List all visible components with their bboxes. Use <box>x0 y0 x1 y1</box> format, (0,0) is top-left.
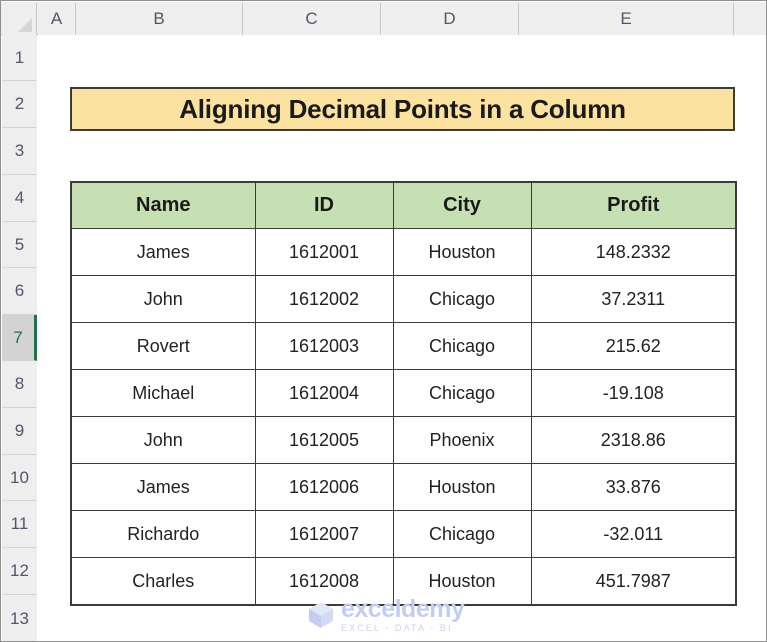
cell-id[interactable]: 1612007 <box>254 510 394 558</box>
cell-id[interactable]: 1612004 <box>254 369 394 417</box>
cell-id[interactable]: 1612006 <box>254 463 394 511</box>
cell-name[interactable]: Michael <box>70 369 256 417</box>
spreadsheet-window: A B C D E 1 2 3 4 5 6 7 8 9 10 11 12 13 … <box>0 0 767 642</box>
select-all-button[interactable] <box>2 3 37 35</box>
data-table[interactable]: Name ID City Profit James 1612001 Housto… <box>70 181 737 606</box>
cell-profit[interactable]: 37.2311 <box>530 275 737 323</box>
cell-name[interactable]: James <box>70 463 256 511</box>
table-row[interactable]: John 1612005 Phoenix 2318.86 <box>70 416 737 464</box>
cell-profit[interactable]: 2318.86 <box>530 416 737 464</box>
table-row[interactable]: Rovert 1612003 Chicago 215.62 <box>70 322 737 370</box>
cell-profit[interactable]: 451.7987 <box>530 557 737 606</box>
page-title: Aligning Decimal Points in a Column <box>179 93 626 124</box>
row-header-6[interactable]: 6 <box>2 268 37 315</box>
cell-profit[interactable]: 215.62 <box>530 322 737 370</box>
cell-id[interactable]: 1612008 <box>254 557 394 606</box>
cell-id[interactable]: 1612003 <box>254 322 394 370</box>
table-row[interactable]: James 1612001 Houston 148.2332 <box>70 228 737 276</box>
column-header-strip: A B C D E <box>1 2 766 35</box>
column-header-profit[interactable]: Profit <box>530 181 737 229</box>
select-all-triangle-icon <box>18 18 32 32</box>
cell-city[interactable]: Chicago <box>392 510 532 558</box>
cell-profit[interactable]: -32.011 <box>530 510 737 558</box>
cell-city[interactable]: Chicago <box>392 369 532 417</box>
cell-profit[interactable]: 33.876 <box>530 463 737 511</box>
cell-name[interactable]: James <box>70 228 256 276</box>
column-header-c[interactable]: C <box>243 3 381 35</box>
cell-name[interactable]: John <box>70 416 256 464</box>
table-row[interactable]: Charles 1612008 Houston 451.7987 <box>70 557 737 606</box>
cell-city[interactable]: Chicago <box>392 322 532 370</box>
column-header-overflow <box>734 3 766 35</box>
table-row[interactable]: Richardo 1612007 Chicago -32.011 <box>70 510 737 558</box>
table-row[interactable]: John 1612002 Chicago 37.2311 <box>70 275 737 323</box>
row-header-4[interactable]: 4 <box>2 175 37 222</box>
row-header-13[interactable]: 13 <box>2 595 37 641</box>
cell-name[interactable]: Rovert <box>70 322 256 370</box>
row-header-3[interactable]: 3 <box>2 128 37 175</box>
worksheet-grid[interactable]: Aligning Decimal Points in a Column Name… <box>38 35 766 641</box>
cell-profit[interactable]: -19.108 <box>530 369 737 417</box>
title-banner-cell[interactable]: Aligning Decimal Points in a Column <box>70 87 735 131</box>
table-header-row: Name ID City Profit <box>70 181 737 229</box>
table-row[interactable]: James 1612006 Houston 33.876 <box>70 463 737 511</box>
row-header-12[interactable]: 12 <box>2 548 37 595</box>
column-header-b[interactable]: B <box>76 3 243 35</box>
cell-city[interactable]: Houston <box>392 463 532 511</box>
cell-city[interactable]: Chicago <box>392 275 532 323</box>
row-header-11[interactable]: 11 <box>2 501 37 548</box>
column-header-id[interactable]: ID <box>254 181 394 229</box>
watermark-tagline: EXCEL - DATA - BI <box>341 623 453 633</box>
column-header-name[interactable]: Name <box>70 181 256 229</box>
cell-city[interactable]: Phoenix <box>392 416 532 464</box>
cell-profit[interactable]: 148.2332 <box>530 228 737 276</box>
cell-name[interactable]: Richardo <box>70 510 256 558</box>
table-row[interactable]: Michael 1612004 Chicago -19.108 <box>70 369 737 417</box>
row-header-7[interactable]: 7 <box>2 315 37 361</box>
row-header-9[interactable]: 9 <box>2 408 37 455</box>
row-header-5[interactable]: 5 <box>2 222 37 268</box>
row-header-strip: 1 2 3 4 5 6 7 8 9 10 11 12 13 <box>2 35 37 641</box>
column-header-a[interactable]: A <box>38 3 76 35</box>
row-header-8[interactable]: 8 <box>2 361 37 408</box>
cell-name[interactable]: John <box>70 275 256 323</box>
row-header-1[interactable]: 1 <box>2 35 37 81</box>
row-header-10[interactable]: 10 <box>2 455 37 501</box>
column-header-d[interactable]: D <box>381 3 519 35</box>
cell-name[interactable]: Charles <box>70 557 256 606</box>
row-header-2[interactable]: 2 <box>2 81 37 128</box>
column-header-city[interactable]: City <box>392 181 532 229</box>
cell-id[interactable]: 1612005 <box>254 416 394 464</box>
cell-city[interactable]: Houston <box>392 228 532 276</box>
cell-id[interactable]: 1612002 <box>254 275 394 323</box>
cell-id[interactable]: 1612001 <box>254 228 394 276</box>
cell-city[interactable]: Houston <box>392 557 532 606</box>
column-header-e[interactable]: E <box>519 3 734 35</box>
